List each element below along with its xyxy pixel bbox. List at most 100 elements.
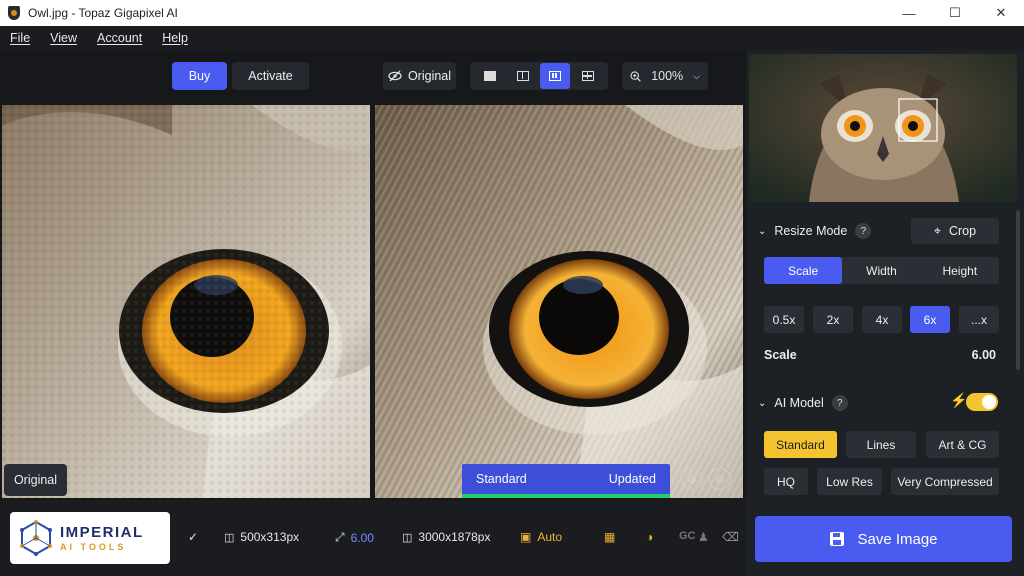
face-recovery-button[interactable]: ☺	[681, 468, 703, 490]
original-image-pane[interactable]	[2, 105, 370, 498]
scale-info-value: 6.00	[350, 530, 374, 545]
face-settings-icon: ☺	[713, 472, 727, 486]
output-size-info: ◫ 3000x1878px	[402, 530, 490, 544]
window-title: Owl.jpg - Topaz Gigapixel AI	[28, 6, 178, 20]
sharpen-button[interactable]: ◑	[646, 530, 653, 544]
face-options-button[interactable]: ☺	[709, 468, 731, 490]
user-button[interactable]: ♟	[698, 530, 709, 544]
settings-side-panel: ⌄ Resize Mode ? ⌖ Crop Scale Width Heigh…	[746, 50, 1024, 576]
resize-mode-header[interactable]: ⌄ Resize Mode ?	[758, 223, 872, 239]
buy-button[interactable]: Buy	[172, 62, 227, 90]
delete-button[interactable]: ⌫	[722, 530, 739, 544]
menu-view[interactable]: View	[50, 31, 77, 45]
model-very-compressed-button[interactable]: Very Compressed	[891, 468, 999, 495]
preview-progress-bar	[462, 494, 670, 498]
view-grid-button[interactable]	[573, 63, 603, 89]
view-single-button[interactable]	[475, 63, 505, 89]
bottom-info-bar: IMPERIAL AI TOOLS ✓ ◫ 500x313px ⤢ 6.00 ◫…	[0, 500, 746, 576]
logo-top-text: IMPERIAL	[60, 524, 144, 541]
scale-label: Scale	[764, 348, 797, 362]
scale-value[interactable]: 6.00	[972, 348, 996, 362]
model-low-res-button[interactable]: Low Res	[817, 468, 882, 495]
status-model: Standard	[476, 472, 527, 486]
split-view-icon	[516, 71, 529, 81]
help-icon[interactable]: ?	[831, 395, 848, 411]
logo-bottom-text: AI TOOLS	[60, 542, 127, 552]
title-bar: Owl.jpg - Topaz Gigapixel AI — ☐ ✕	[0, 0, 1024, 26]
hexagon-network-icon	[20, 520, 52, 556]
ai-model-title: AI Model	[774, 396, 824, 410]
navigator-thumbnail[interactable]	[749, 54, 1017, 202]
source-size-info: ◫ 500x313px	[224, 530, 299, 544]
watermark-logo: IMPERIAL AI TOOLS	[10, 512, 170, 564]
output-size-icon: ◫	[402, 531, 413, 544]
scale-custom-button[interactable]: ...x	[959, 306, 999, 333]
view-side-by-side-button[interactable]	[540, 63, 571, 89]
zoom-control[interactable]: 100% ⌵	[622, 62, 708, 90]
model-lines-button[interactable]: Lines	[846, 431, 916, 458]
color-correction-button[interactable]: GC	[679, 530, 696, 542]
smile-face-icon: ☺	[685, 472, 699, 486]
ready-indicator: ✓	[188, 530, 198, 544]
crop-button[interactable]: ⌖ Crop	[911, 218, 999, 244]
menu-file[interactable]: File	[10, 31, 30, 45]
enhanced-owl-eye-image	[375, 105, 743, 498]
menu-bar: File View Account Help	[0, 26, 1024, 50]
scale-0-5x-button[interactable]: 0.5x	[764, 306, 804, 333]
preview-status-pill: Standard Updated	[462, 464, 670, 494]
viewer-toolbar: Buy Activate Original 100% ⌵	[0, 50, 746, 105]
auto-mode-button[interactable]: ▣ Auto	[520, 530, 562, 544]
viewer-area: Buy Activate Original 100% ⌵ Original St…	[0, 50, 746, 576]
enhanced-image-pane[interactable]	[375, 105, 743, 498]
help-icon[interactable]: ?	[855, 223, 872, 239]
scale-6x-button[interactable]: 6x	[910, 306, 950, 333]
original-image-label: Original	[4, 464, 67, 496]
grain-button[interactable]: ▦	[604, 530, 615, 544]
image-icon: ▣	[520, 530, 532, 544]
save-disk-icon	[830, 532, 845, 546]
save-image-label: Save Image	[857, 530, 938, 548]
zoom-level: 100%	[651, 69, 684, 83]
crop-label: Crop	[948, 224, 977, 238]
model-standard-button[interactable]: Standard	[764, 431, 837, 458]
grid-icon: ▦	[604, 530, 616, 544]
source-size-value: 500x313px	[240, 530, 300, 544]
lightning-icon: ⚡	[950, 392, 968, 408]
chevron-down-icon: ⌄	[758, 225, 767, 237]
mode-width-tab[interactable]: Width	[842, 257, 920, 284]
view-split-button[interactable]	[508, 63, 538, 89]
trash-icon: ⌫	[722, 530, 739, 544]
mode-height-tab[interactable]: Height	[921, 257, 999, 284]
maximize-button[interactable]: ☐	[932, 0, 978, 26]
auto-model-toggle[interactable]	[966, 393, 998, 411]
model-hq-button[interactable]: HQ	[764, 468, 808, 495]
original-owl-eye-image	[2, 105, 370, 498]
half-circle-icon: ◑	[646, 530, 654, 544]
minimize-button[interactable]: —	[886, 0, 932, 26]
gc-label: GC	[679, 530, 696, 542]
model-art-cg-button[interactable]: Art & CG	[926, 431, 999, 458]
menu-help[interactable]: Help	[162, 31, 188, 45]
chevron-down-icon: ⌄	[758, 397, 767, 409]
original-toggle-button[interactable]: Original	[383, 62, 456, 90]
crop-icon: ⌖	[933, 223, 941, 238]
side-panel-scrollbar[interactable]	[1016, 210, 1020, 370]
ai-model-header[interactable]: ⌄ AI Model ?	[758, 395, 848, 411]
owl-thumbnail-image	[749, 54, 1017, 202]
close-button[interactable]: ✕	[978, 0, 1024, 26]
scale-4x-button[interactable]: 4x	[862, 306, 902, 333]
scale-2x-button[interactable]: 2x	[813, 306, 853, 333]
grid-view-icon	[581, 71, 594, 81]
auto-mode-label: Auto	[537, 530, 563, 544]
view-mode-group	[470, 62, 608, 90]
resize-mode-segmented: Scale Width Height	[764, 257, 999, 284]
activate-button[interactable]: Activate	[232, 62, 309, 90]
window-controls: — ☐ ✕	[886, 0, 1024, 26]
resize-mode-title: Resize Mode	[774, 224, 848, 238]
mode-scale-tab[interactable]: Scale	[764, 257, 843, 284]
menu-account[interactable]: Account	[97, 31, 142, 45]
output-size-value: 3000x1878px	[418, 530, 491, 544]
save-image-button[interactable]: Save Image	[755, 516, 1012, 562]
side-by-side-icon	[549, 71, 562, 81]
check-icon: ✓	[188, 530, 199, 544]
